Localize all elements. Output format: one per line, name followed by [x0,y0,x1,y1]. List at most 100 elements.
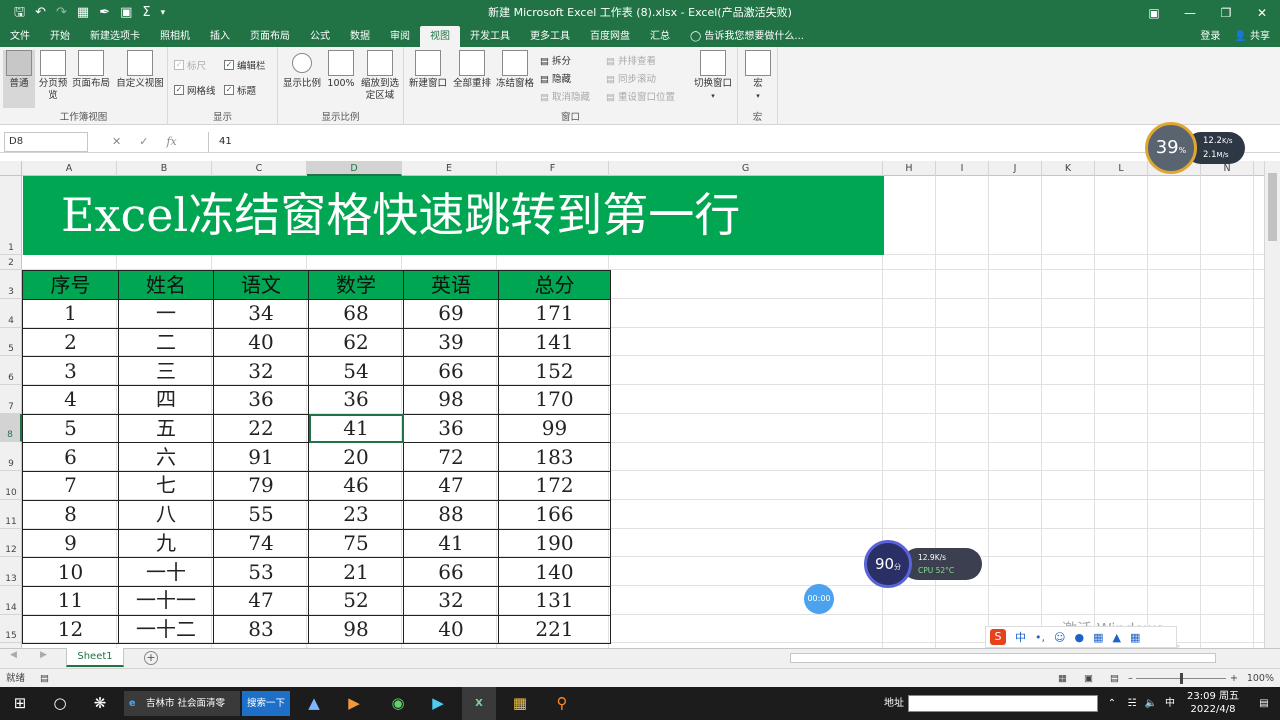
browser-360-icon[interactable]: ◉ [386,687,410,720]
table-cell[interactable]: 98 [308,614,404,645]
table-cell[interactable]: 190 [498,528,611,559]
page-layout-button[interactable]: 页面布局 [70,50,112,90]
split-button[interactable]: ▤ 拆分 [540,53,571,67]
table-cell[interactable]: 三 [118,356,214,387]
row-header-15[interactable]: 15 [0,615,22,644]
table-cell[interactable]: 二 [118,327,214,358]
table-cell[interactable]: 99 [498,413,611,444]
tab-2[interactable]: 新建选项卡 [80,26,150,47]
redo-icon[interactable]: ↷ [56,0,67,26]
taskbar-ime-indicator[interactable]: 中 [1162,687,1178,720]
switch-windows-button[interactable]: 切换窗口 ▾ [690,50,736,102]
arrange-all-button[interactable]: 全部重排 [450,50,494,90]
formula-bar-checkbox[interactable]: ✓ 编辑栏 [224,58,266,72]
reset-window-position-button[interactable]: ▤ 重设窗口位置 [606,89,675,103]
sheet-tab-sheet1[interactable]: Sheet1 [66,648,124,667]
column-header-D[interactable]: D [307,161,402,176]
voice-icon[interactable]: ● [1074,631,1084,644]
table-cell[interactable]: 34 [213,299,309,329]
header-cell[interactable]: 序号 [22,270,119,300]
zoom-100-button[interactable]: 100% [326,50,356,90]
table-cell[interactable]: 91 [213,442,309,473]
unhide-button[interactable]: ▤ 取消隐藏 [540,89,590,103]
row-header-13[interactable]: 13 [0,557,22,586]
ie-taskbar-item[interactable]: e 吉林市 社会面清零 [124,691,240,716]
pc-optimizer-widget[interactable]: 12.9K/s CPU 52°C 90分 [864,540,982,588]
windows-start-icon[interactable]: ⊞ [8,687,32,720]
table-cell[interactable]: 4 [22,385,119,415]
excel-taskbar-icon[interactable]: X [462,687,496,720]
camera-icon[interactable]: ▣ [120,0,132,26]
tab-8[interactable]: 审阅 [380,26,420,47]
page-break-status-icon[interactable]: ▤ [1110,669,1119,688]
vertical-scrollbar[interactable] [1264,161,1280,648]
row-header-7[interactable]: 7 [0,385,22,414]
touch-mode-icon[interactable]: ▦ [77,0,89,26]
tab-11[interactable]: 更多工具 [520,26,580,47]
column-header-F[interactable]: F [497,161,609,176]
table-cell[interactable]: 41 [403,528,499,559]
normal-view-status-icon[interactable]: ▦ [1058,669,1067,688]
table-cell[interactable]: 88 [403,499,499,530]
tab-12[interactable]: 百度网盘 [580,26,640,47]
table-cell[interactable]: 47 [213,585,309,616]
table-cell[interactable]: 11 [22,585,119,616]
table-cell[interactable]: 66 [403,557,499,587]
table-cell[interactable]: 66 [403,356,499,387]
tab-0[interactable]: 文件 [0,26,40,47]
table-cell[interactable]: 69 [403,299,499,329]
table-cell[interactable]: 166 [498,499,611,530]
table-cell[interactable]: 172 [498,471,611,501]
tab-7[interactable]: 数据 [340,26,380,47]
volume-tray-icon[interactable]: 🔈 [1142,687,1160,720]
customize-qat-icon[interactable]: ▾ [161,0,166,26]
taskbar-search-button[interactable]: 搜索一下 [242,691,290,716]
table-cell[interactable]: 131 [498,585,611,616]
minimize-icon[interactable]: — [1172,0,1208,26]
table-cell[interactable]: 23 [308,499,404,530]
toolbox-icon[interactable]: ▦ [1130,631,1140,644]
table-cell[interactable]: 47 [403,471,499,501]
table-cell[interactable]: 171 [498,299,611,329]
select-all-corner[interactable] [0,161,22,176]
table-cell[interactable]: 21 [308,557,404,587]
table-cell[interactable]: 五 [118,413,214,444]
network-tray-icon[interactable]: ☵ [1124,687,1140,720]
network-speed-widget[interactable]: 12.2K/s 2.1M/s 39% [1145,122,1245,174]
app-360-icon[interactable]: ❋ [88,687,112,720]
login-link[interactable]: 登录 [1200,26,1220,47]
table-cell[interactable]: 152 [498,356,611,387]
table-cell[interactable]: 40 [403,614,499,645]
row-header-10[interactable]: 10 [0,471,22,500]
system-clock[interactable]: 23:09 周五 2022/4/8 [1178,690,1248,716]
tab-9[interactable]: 视图 [420,26,460,47]
table-cell[interactable]: 七 [118,471,214,501]
skin-icon[interactable]: ▲ [1112,631,1120,644]
table-cell[interactable]: 一十二 [118,614,214,645]
table-cell[interactable]: 141 [498,327,611,358]
row-header-8[interactable]: 8 [0,413,22,443]
table-cell[interactable]: 83 [213,614,309,645]
table-cell[interactable]: 170 [498,385,611,415]
prev-sheet-icon[interactable]: ◀ [10,650,17,660]
table-cell[interactable]: 36 [403,413,499,444]
freeze-panes-button[interactable]: 冻结窗格 [494,50,536,90]
row-header-5[interactable]: 5 [0,328,22,357]
table-cell[interactable]: 9 [22,528,119,559]
custom-views-button[interactable]: 自定义视图 [114,50,166,90]
header-cell[interactable]: 语文 [213,270,309,300]
header-cell[interactable]: 英语 [403,270,499,300]
format-painter-icon[interactable]: ✒ [99,0,110,26]
row-header-3[interactable]: 3 [0,270,22,299]
file-explorer-icon[interactable]: ▦ [508,687,532,720]
table-cell[interactable]: 221 [498,614,611,645]
ribbon-display-icon[interactable]: ▣ [1136,0,1172,26]
tray-expand-icon[interactable]: ⌃ [1104,687,1120,720]
tab-5[interactable]: 页面布局 [240,26,300,47]
column-header-K[interactable]: K [1042,161,1095,176]
zoom-to-selection-button[interactable]: 缩放到选定区域 [358,50,402,102]
macros-button[interactable]: 宏 ▾ [744,50,772,102]
horizontal-scrollbar[interactable] [790,653,1216,663]
table-cell[interactable]: 68 [308,299,404,329]
tab-3[interactable]: 照相机 [150,26,200,47]
